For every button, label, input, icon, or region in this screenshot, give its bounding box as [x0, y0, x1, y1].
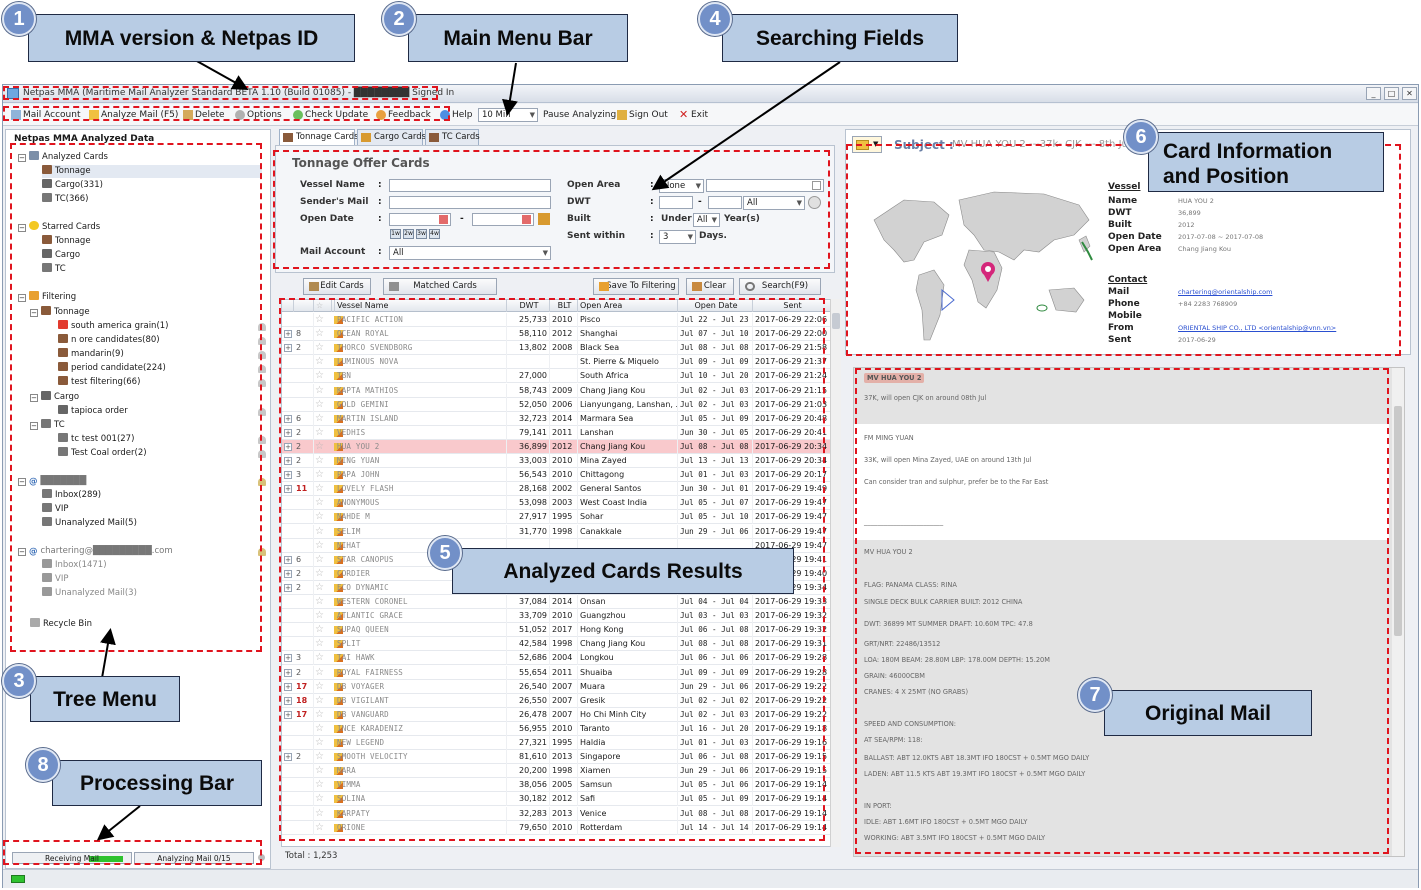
callout-original-mail: Original Mail — [1104, 690, 1312, 736]
arrow-2 — [502, 62, 518, 116]
callout-badge-6: 6 — [1124, 120, 1158, 154]
callout-badge-8: 8 — [26, 748, 60, 782]
arrow-3 — [100, 628, 116, 679]
callout-tree-menu: Tree Menu — [30, 676, 180, 722]
callout-processing-bar: Processing Bar — [52, 760, 262, 806]
callout-search-fields: Searching Fields — [722, 14, 958, 62]
arrow-1 — [194, 59, 249, 90]
arrow-4 — [651, 61, 841, 191]
callout-badge-3: 3 — [2, 664, 36, 698]
callout-version-id: MMA version & Netpas ID — [28, 14, 355, 62]
callout-cards-results: Analyzed Cards Results — [452, 548, 794, 594]
callout-badge-4: 4 — [698, 2, 732, 36]
callout-badge-7: 7 — [1078, 678, 1112, 712]
arrow-8 — [96, 805, 141, 841]
callout-card-info: Card Information and Position — [1148, 132, 1384, 192]
callout-badge-5: 5 — [428, 536, 462, 570]
callout-badge-2: 2 — [382, 2, 416, 36]
callout-main-menu: Main Menu Bar — [408, 14, 628, 62]
callout-badge-1: 1 — [2, 2, 36, 36]
